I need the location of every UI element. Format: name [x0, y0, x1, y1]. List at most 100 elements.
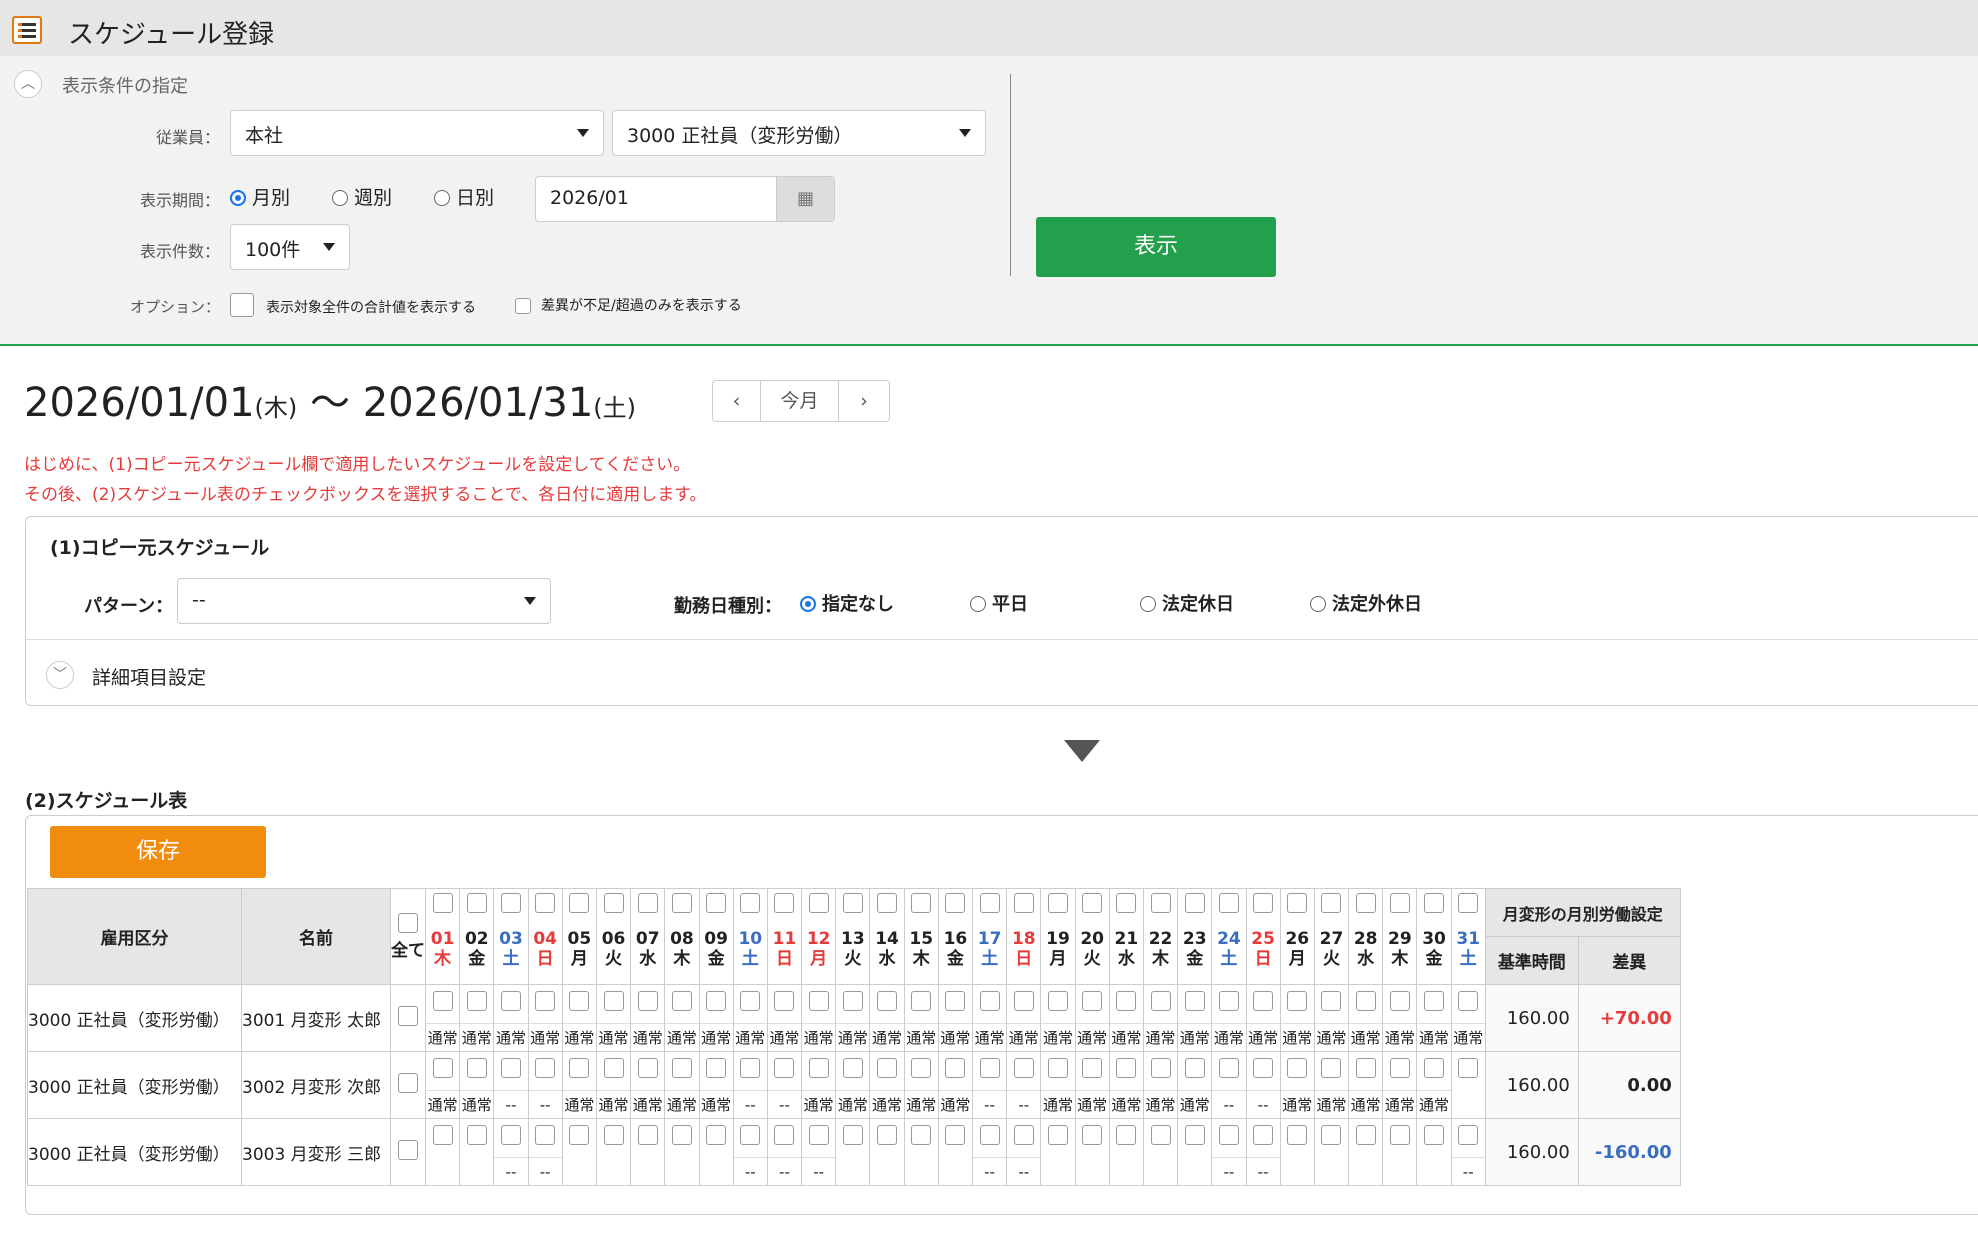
day-column-checkbox[interactable] — [1253, 893, 1274, 913]
daytype-none-radio[interactable]: 指定なし — [800, 590, 894, 616]
day-column-checkbox[interactable] — [1150, 893, 1171, 913]
day-cell-checkbox[interactable] — [877, 991, 898, 1011]
day-cell-checkbox[interactable] — [1082, 1058, 1103, 1078]
pattern-select[interactable]: -- — [177, 578, 551, 624]
day-column-checkbox[interactable] — [911, 893, 932, 913]
day-cell-checkbox[interactable] — [1321, 1058, 1342, 1078]
day-cell-checkbox[interactable] — [842, 991, 863, 1011]
day-cell-checkbox[interactable] — [1389, 1058, 1410, 1078]
day-cell-checkbox[interactable] — [877, 1058, 898, 1078]
save-button[interactable]: 保存 — [50, 826, 266, 878]
day-cell-checkbox[interactable] — [1218, 991, 1239, 1011]
day-column-checkbox[interactable] — [774, 893, 795, 913]
day-cell-checkbox[interactable] — [1287, 991, 1308, 1011]
prev-month-button[interactable]: ‹ — [713, 381, 761, 421]
calendar-icon[interactable]: ▦ — [776, 177, 834, 221]
day-column-checkbox[interactable] — [877, 893, 898, 913]
day-cell-checkbox[interactable] — [1355, 1058, 1376, 1078]
day-cell-checkbox[interactable] — [1013, 1125, 1034, 1145]
option-diff-checkbox[interactable] — [515, 298, 531, 314]
day-cell-checkbox[interactable] — [979, 1125, 1000, 1145]
day-column-checkbox[interactable] — [842, 893, 863, 913]
day-column-checkbox[interactable] — [603, 893, 624, 913]
day-cell-checkbox[interactable] — [671, 1125, 692, 1145]
day-cell-checkbox[interactable] — [500, 1125, 521, 1145]
row-checkbox[interactable] — [398, 1073, 418, 1093]
period-daily-radio[interactable]: 日別 — [434, 183, 494, 210]
day-cell-checkbox[interactable] — [1184, 1125, 1205, 1145]
day-cell-checkbox[interactable] — [706, 1125, 727, 1145]
day-cell-checkbox[interactable] — [945, 1058, 966, 1078]
day-cell-checkbox[interactable] — [603, 1058, 624, 1078]
day-cell-checkbox[interactable] — [774, 1058, 795, 1078]
day-cell-checkbox[interactable] — [1458, 1125, 1479, 1145]
day-cell-checkbox[interactable] — [1253, 1058, 1274, 1078]
daytype-nonlegal-holiday-radio[interactable]: 法定外休日 — [1310, 590, 1422, 616]
day-column-checkbox[interactable] — [569, 893, 590, 913]
day-cell-checkbox[interactable] — [945, 991, 966, 1011]
next-month-button[interactable]: › — [839, 381, 889, 421]
period-monthly-radio[interactable]: 月別 — [230, 183, 290, 210]
day-cell-checkbox[interactable] — [432, 1058, 453, 1078]
day-cell-checkbox[interactable] — [842, 1125, 863, 1145]
day-cell-checkbox[interactable] — [1287, 1058, 1308, 1078]
expand-down-icon[interactable]: ﹀ — [46, 661, 74, 689]
day-cell-checkbox[interactable] — [1082, 1125, 1103, 1145]
day-cell-checkbox[interactable] — [1287, 1125, 1308, 1145]
day-cell-checkbox[interactable] — [706, 991, 727, 1011]
day-cell-checkbox[interactable] — [1355, 1125, 1376, 1145]
day-column-checkbox[interactable] — [1047, 893, 1068, 913]
select-all-checkbox[interactable] — [398, 912, 418, 933]
day-column-checkbox[interactable] — [740, 893, 761, 913]
day-cell-checkbox[interactable] — [535, 1125, 556, 1145]
day-cell-checkbox[interactable] — [945, 1125, 966, 1145]
day-cell-checkbox[interactable] — [1218, 1125, 1239, 1145]
day-cell-checkbox[interactable] — [671, 991, 692, 1011]
day-column-checkbox[interactable] — [945, 893, 966, 913]
day-cell-checkbox[interactable] — [808, 1125, 829, 1145]
day-cell-checkbox[interactable] — [637, 1058, 658, 1078]
day-column-checkbox[interactable] — [1116, 893, 1137, 913]
option-total-checkbox[interactable] — [230, 293, 254, 317]
day-column-checkbox[interactable] — [808, 893, 829, 913]
day-cell-checkbox[interactable] — [1389, 991, 1410, 1011]
day-cell-checkbox[interactable] — [808, 991, 829, 1011]
day-column-checkbox[interactable] — [671, 893, 692, 913]
day-column-checkbox[interactable] — [706, 893, 727, 913]
day-cell-checkbox[interactable] — [1082, 991, 1103, 1011]
row-checkbox[interactable] — [398, 1140, 418, 1160]
day-cell-checkbox[interactable] — [911, 1058, 932, 1078]
day-cell-checkbox[interactable] — [637, 1125, 658, 1145]
day-cell-checkbox[interactable] — [1424, 991, 1445, 1011]
day-column-checkbox[interactable] — [500, 893, 521, 913]
day-column-checkbox[interactable] — [466, 893, 487, 913]
day-column-checkbox[interactable] — [1424, 893, 1445, 913]
day-cell-checkbox[interactable] — [1047, 991, 1068, 1011]
day-column-checkbox[interactable] — [535, 893, 556, 913]
day-cell-checkbox[interactable] — [535, 1058, 556, 1078]
day-cell-checkbox[interactable] — [979, 1058, 1000, 1078]
day-cell-checkbox[interactable] — [1184, 1058, 1205, 1078]
day-cell-checkbox[interactable] — [1150, 1125, 1171, 1145]
day-cell-checkbox[interactable] — [1013, 991, 1034, 1011]
count-select[interactable]: 100件 — [230, 224, 350, 270]
day-cell-checkbox[interactable] — [911, 1125, 932, 1145]
day-cell-checkbox[interactable] — [603, 991, 624, 1011]
day-cell-checkbox[interactable] — [603, 1125, 624, 1145]
day-cell-checkbox[interactable] — [1047, 1125, 1068, 1145]
day-cell-checkbox[interactable] — [1150, 1058, 1171, 1078]
day-cell-checkbox[interactable] — [1047, 1058, 1068, 1078]
day-cell-checkbox[interactable] — [1321, 991, 1342, 1011]
daytype-legal-holiday-radio[interactable]: 法定休日 — [1140, 590, 1234, 616]
day-cell-checkbox[interactable] — [1424, 1058, 1445, 1078]
day-cell-checkbox[interactable] — [1116, 991, 1137, 1011]
day-cell-checkbox[interactable] — [1424, 1125, 1445, 1145]
day-cell-checkbox[interactable] — [808, 1058, 829, 1078]
day-column-checkbox[interactable] — [637, 893, 658, 913]
day-cell-checkbox[interactable] — [740, 991, 761, 1011]
day-cell-checkbox[interactable] — [466, 1058, 487, 1078]
day-column-checkbox[interactable] — [432, 893, 453, 913]
day-cell-checkbox[interactable] — [1253, 991, 1274, 1011]
this-month-button[interactable]: 今月 — [761, 381, 839, 421]
day-column-checkbox[interactable] — [1355, 893, 1376, 913]
